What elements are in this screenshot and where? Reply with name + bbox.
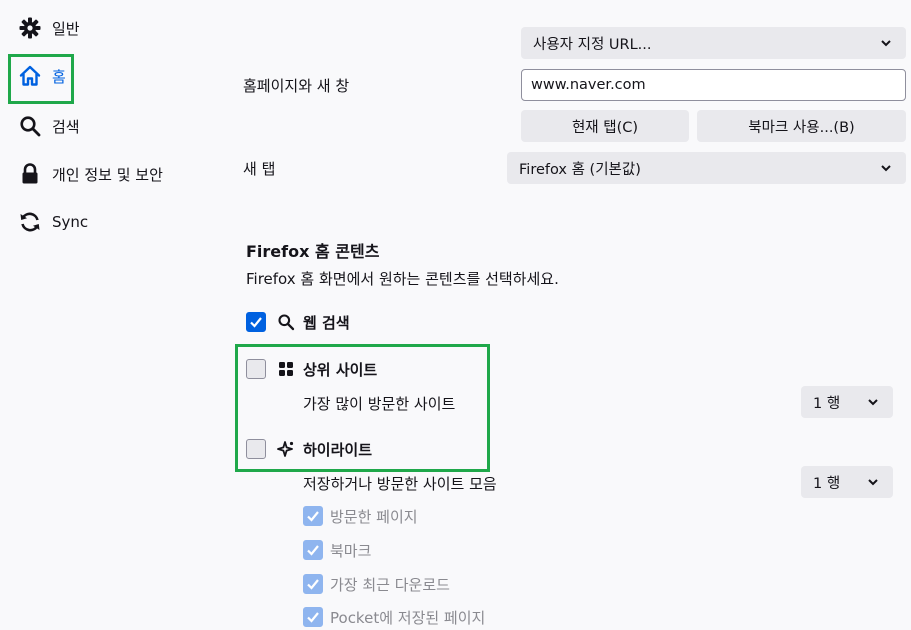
- use-bookmark-button[interactable]: 북마크 사용...(B): [697, 110, 906, 142]
- highlights-rows-value: 1 행: [813, 475, 841, 492]
- chevron-down-icon: [868, 399, 878, 406]
- checkmark-icon: [250, 317, 262, 328]
- sidebar-item-label: 홈: [52, 67, 66, 86]
- checkmark-icon: [307, 545, 319, 556]
- search-icon: [20, 116, 41, 137]
- home-content-title: Firefox 홈 콘텐츠: [246, 242, 380, 261]
- use-current-page-button[interactable]: 현재 탭(C): [521, 110, 689, 142]
- chevron-down-icon: [881, 165, 891, 172]
- sparkle-icon: [277, 441, 294, 457]
- recent-downloads-label: 가장 최근 다운로드: [330, 576, 450, 594]
- newtab-label: 새 탭: [243, 160, 276, 178]
- top-sites-description: 가장 많이 방문한 사이트: [303, 395, 456, 413]
- chevron-down-icon: [868, 479, 878, 486]
- pocket-pages-label: Pocket에 저장된 페이지: [330, 609, 486, 627]
- homepage-mode-select[interactable]: 사용자 지정 URL...: [521, 27, 906, 59]
- top-sites-label: 상위 사이트: [303, 361, 378, 379]
- sidebar-item-privacy[interactable]: 개인 정보 및 보안: [18, 159, 163, 189]
- checkmark-icon: [307, 612, 319, 623]
- lock-icon: [22, 163, 38, 184]
- search-icon: [278, 314, 295, 331]
- sidebar-item-search[interactable]: 검색: [18, 111, 80, 141]
- sidebar-item-home[interactable]: 홈: [18, 61, 66, 91]
- top-sites-checkbox[interactable]: [246, 359, 266, 379]
- recent-downloads-checkbox[interactable]: [303, 574, 323, 594]
- sidebar-item-label: 일반: [52, 19, 80, 38]
- homepage-mode-value: 사용자 지정 URL...: [533, 36, 652, 53]
- grid-icon: [279, 362, 293, 376]
- home-icon: [19, 65, 41, 86]
- web-search-checkbox[interactable]: [246, 312, 266, 332]
- chevron-down-icon: [881, 40, 891, 47]
- visited-pages-checkbox[interactable]: [303, 506, 323, 526]
- highlights-checkbox[interactable]: [246, 439, 266, 459]
- sidebar-item-label: Sync: [52, 213, 89, 231]
- checkmark-icon: [307, 579, 319, 590]
- top-sites-rows-value: 1 행: [813, 395, 841, 412]
- sync-icon: [20, 212, 40, 232]
- newtab-select[interactable]: Firefox 홈 (기본값): [507, 152, 906, 184]
- sidebar-item-label: 검색: [52, 117, 80, 136]
- sidebar-item-sync[interactable]: Sync: [18, 207, 88, 237]
- visited-pages-label: 방문한 페이지: [330, 508, 418, 526]
- sidebar-item-label: 개인 정보 및 보안: [52, 165, 163, 184]
- checkmark-icon: [307, 511, 319, 522]
- top-sites-rows-select[interactable]: 1 행: [801, 386, 893, 418]
- newtab-value: Firefox 홈 (기본값): [519, 161, 641, 178]
- bookmarks-label: 북마크: [330, 542, 372, 560]
- home-content-description: Firefox 홈 화면에서 원하는 콘텐츠를 선택하세요.: [246, 270, 559, 288]
- homepage-label: 홈페이지와 새 창: [243, 77, 350, 95]
- homepage-url-input[interactable]: [521, 69, 906, 101]
- highlights-label: 하이라이트: [303, 441, 373, 459]
- bookmarks-checkbox[interactable]: [303, 540, 323, 560]
- highlights-description: 저장하거나 방문한 사이트 모음: [303, 475, 497, 493]
- web-search-label: 웹 검색: [303, 314, 350, 332]
- pocket-pages-checkbox[interactable]: [303, 607, 323, 627]
- gear-icon: [19, 17, 41, 39]
- sidebar-item-general[interactable]: 일반: [18, 13, 80, 43]
- highlights-rows-select[interactable]: 1 행: [801, 466, 893, 498]
